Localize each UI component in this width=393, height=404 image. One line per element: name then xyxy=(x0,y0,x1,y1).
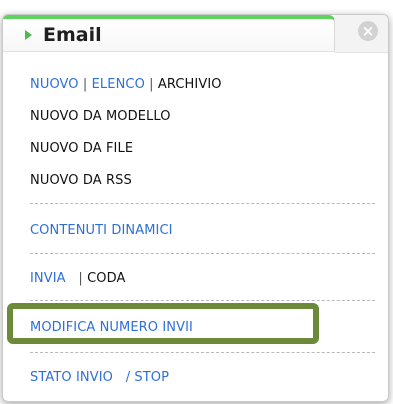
separator: | xyxy=(82,77,88,92)
archivio-link[interactable]: ARCHIVIO xyxy=(158,77,222,92)
nuovo-da-modello-link[interactable]: NUOVO DA MODELLO xyxy=(30,109,171,124)
nuovo-link[interactable]: NUOVO xyxy=(30,77,79,92)
menu-row-invia: INVIA | CODA xyxy=(30,271,126,286)
menu-row-stato: STATO INVIO / STOP xyxy=(30,370,169,385)
highlight-box xyxy=(7,303,319,344)
panel-title: Email xyxy=(43,24,102,46)
stato-invio-link[interactable]: STATO INVIO xyxy=(30,370,113,385)
contenuti-dinamici-link[interactable]: CONTENUTI DINAMICI xyxy=(30,223,173,238)
coda-link[interactable]: CODA xyxy=(87,271,125,286)
menu-row-main: NUOVO | ELENCO | ARCHIVIO xyxy=(30,77,222,92)
invia-link[interactable]: INVIA xyxy=(30,271,66,286)
separator: | xyxy=(78,271,83,286)
nuovo-da-file-link[interactable]: NUOVO DA FILE xyxy=(30,141,133,156)
divider xyxy=(30,352,375,353)
nuovo-da-rss-link[interactable]: NUOVO DA RSS xyxy=(30,173,132,188)
panel-header: Email xyxy=(3,15,335,52)
divider xyxy=(30,253,375,254)
expand-triangle-icon[interactable] xyxy=(25,30,32,40)
stop-link[interactable]: / STOP xyxy=(126,370,169,385)
divider xyxy=(30,300,375,301)
divider xyxy=(30,203,375,204)
close-icon[interactable]: × xyxy=(358,21,378,41)
separator: | xyxy=(149,77,154,92)
elenco-link[interactable]: ELENCO xyxy=(92,77,145,92)
